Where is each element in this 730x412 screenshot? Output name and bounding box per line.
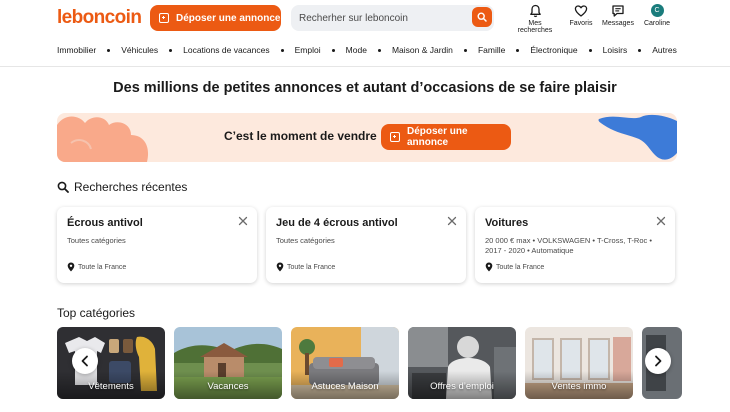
plus-square-icon (159, 13, 169, 23)
nav-item-emploi[interactable]: Emploi (295, 45, 321, 55)
messages-button[interactable]: Messages (596, 4, 640, 27)
category-tile-label: Astuces Maison (311, 381, 379, 392)
banner-decoration-right (598, 114, 677, 160)
recent-search-card[interactable]: Jeu de 4 écrous antivol Toutes catégorie… (266, 207, 466, 283)
recent-search-subtitle: 20 000 € max • VOLKSWAGEN • T-Cross, T-R… (485, 236, 652, 255)
account-button[interactable]: C Caroline (635, 4, 679, 27)
search-icon (57, 181, 69, 193)
recent-search-subtitle: Toutes catégories (67, 236, 126, 245)
category-tile-ventes-immo[interactable]: Ventes immo (525, 327, 633, 399)
nav-item-autres[interactable]: Autres (652, 45, 677, 55)
nav-separator (638, 48, 642, 52)
plus-square-icon (390, 132, 400, 142)
my-searches-button[interactable]: Mes recherches (513, 4, 557, 34)
post-ad-button-label: Déposer une annonce (176, 12, 281, 24)
close-icon[interactable] (237, 215, 249, 227)
favorites-label: Favoris (569, 20, 593, 27)
recent-searches-title: Recherches récentes (74, 180, 188, 194)
search-input[interactable] (291, 5, 461, 31)
close-icon[interactable] (446, 215, 458, 227)
nav-separator (377, 48, 381, 52)
recent-searches-heading: Recherches récentes (57, 180, 187, 194)
nav-item-famille[interactable]: Famille (478, 45, 505, 55)
category-tile-label: Vacances (207, 381, 249, 392)
banner-post-ad-button[interactable]: Déposer une annonce (381, 124, 511, 150)
header: leboncoin Déposer une annonce Mes recher… (0, 0, 730, 36)
recent-search-location-label: Toute la France (496, 263, 545, 271)
nav-separator (280, 48, 284, 52)
message-icon (612, 5, 624, 17)
recent-search-location: Toute la France (276, 262, 335, 272)
hero-title: Des millions de petites annonces et auta… (113, 80, 617, 96)
nav-separator (169, 48, 173, 52)
nav-divider (0, 66, 730, 67)
recent-search-location: Toute la France (485, 262, 544, 272)
category-nav: Immobilier Véhicules Locations de vacanc… (57, 42, 677, 58)
banner-text: C’est le moment de vendre (224, 129, 377, 143)
heart-icon (574, 5, 588, 17)
category-tile-astuces-maison[interactable]: Astuces Maison (291, 327, 399, 399)
banner-decoration-left (57, 116, 149, 162)
carousel-prev-button[interactable] (72, 348, 98, 374)
account-label: Caroline (643, 20, 671, 27)
category-tile-offres-emploi[interactable]: Offres d’emploi (408, 327, 516, 399)
category-tile-vacances[interactable]: Vacances (174, 327, 282, 399)
chevron-left-icon (81, 355, 88, 367)
location-pin-icon (276, 262, 284, 272)
bell-icon (529, 4, 541, 18)
nav-separator (331, 48, 335, 52)
nav-item-immobilier[interactable]: Immobilier (57, 45, 96, 55)
category-tile-label: Vêtements (88, 381, 134, 392)
search-button[interactable] (472, 7, 492, 27)
carousel-next-button[interactable] (645, 348, 671, 374)
category-tile-label: Offres d’emploi (430, 381, 494, 392)
chevron-right-icon (655, 355, 662, 367)
banner-post-ad-label: Déposer une annonce (407, 126, 468, 148)
sell-banner: C’est le moment de vendre Déposer une an… (57, 113, 677, 162)
nav-item-maison-jardin[interactable]: Maison & Jardin (392, 45, 453, 55)
recent-search-subtitle: Toutes catégories (276, 236, 335, 245)
nav-separator (588, 48, 592, 52)
location-pin-icon (67, 262, 75, 272)
category-tile-label: Ventes immo (551, 381, 607, 392)
nav-separator (516, 48, 520, 52)
recent-search-card[interactable]: Écrous antivol Toutes catégories Toute l… (57, 207, 257, 283)
search-bar (291, 5, 494, 31)
recent-search-card[interactable]: Voitures 20 000 € max • VOLKSWAGEN • T-C… (475, 207, 675, 283)
nav-item-locations-vacances[interactable]: Locations de vacances (183, 45, 269, 55)
search-icon (477, 12, 487, 22)
nav-separator (107, 48, 111, 52)
recent-search-location-label: Toute la France (78, 263, 127, 271)
recent-search-title: Jeu de 4 écrous antivol (276, 217, 398, 229)
nav-item-loisirs[interactable]: Loisirs (603, 45, 628, 55)
recent-search-title: Voitures (485, 217, 529, 229)
top-categories-title: Top catégories (57, 306, 136, 320)
recent-search-title: Écrous antivol (67, 217, 143, 229)
location-pin-icon (485, 262, 493, 272)
recent-search-location-label: Toute la France (287, 263, 336, 271)
leboncoin-logo[interactable]: leboncoin (57, 7, 142, 29)
my-searches-label: Mes recherches (517, 20, 553, 34)
nav-separator (463, 48, 467, 52)
messages-label: Messages (602, 20, 634, 27)
recent-search-location: Toute la France (67, 262, 126, 272)
nav-item-electronique[interactable]: Électronique (530, 45, 577, 55)
nav-item-vehicules[interactable]: Véhicules (121, 45, 158, 55)
avatar: C (650, 4, 664, 17)
nav-item-mode[interactable]: Mode (346, 45, 367, 55)
close-icon[interactable] (655, 215, 667, 227)
post-ad-button[interactable]: Déposer une annonce (150, 5, 281, 31)
